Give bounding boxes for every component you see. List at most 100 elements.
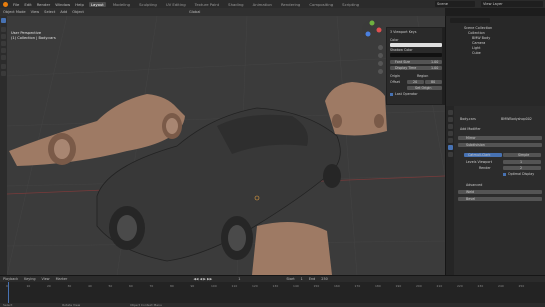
- levels-viewport-value: 1: [520, 160, 523, 164]
- timeline-tick-label: 230: [477, 284, 484, 288]
- timeline-panel[interactable]: Playback Keying View Marker ◀◀ ◀ ▶ ▶▶ 1 …: [0, 275, 545, 304]
- workspace-tab-sculpting[interactable]: Sculpting: [137, 2, 159, 7]
- playhead[interactable]: [8, 282, 9, 304]
- color-swatch[interactable]: [390, 43, 442, 47]
- bevel-label: Bevel: [466, 197, 476, 201]
- menu-edit[interactable]: Edit: [24, 2, 31, 7]
- timeline-tick-label: 60: [129, 284, 133, 288]
- tool-shelf: [0, 16, 7, 275]
- scene-properties-icon[interactable]: [447, 131, 453, 136]
- workspace-tab-scripting[interactable]: Scripting: [340, 2, 361, 7]
- font-size-value: 1.00: [431, 60, 439, 64]
- timeline-menu-marker[interactable]: Marker: [56, 277, 68, 281]
- properties-panel: Body.cars BMWBodyshop002 Add Modifier Mi…: [445, 106, 545, 275]
- advanced-subpanel[interactable]: Advanced: [466, 183, 482, 187]
- workspace-tab-animation[interactable]: Animation: [251, 2, 274, 7]
- workspace-tab-rendering[interactable]: Rendering: [279, 2, 302, 7]
- object-mode-dropdown[interactable]: Object Mode: [3, 10, 26, 14]
- timeline-tick-label: 90: [190, 284, 195, 288]
- shadow-color-label: Shadow Color: [390, 48, 413, 52]
- clay-car-right[interactable]: [325, 82, 387, 136]
- viewport-menu-view[interactable]: View: [31, 10, 40, 14]
- viewport-menu-select[interactable]: Select: [44, 10, 55, 14]
- start-frame-label: Start: [286, 277, 295, 281]
- timeline-tick-label: 30: [67, 284, 72, 288]
- timeline-tick-label: 40: [88, 284, 92, 288]
- timeline-tick-label: 240: [498, 284, 504, 288]
- workspace-tab-uv-editing[interactable]: UV Editing: [164, 2, 188, 7]
- workspace-tab-compositing[interactable]: Compositing: [307, 2, 335, 7]
- timeline-tick-label: 180: [375, 284, 381, 288]
- transform-tool-icon[interactable]: [1, 55, 6, 60]
- outliner-search-input[interactable]: [450, 18, 490, 23]
- region-dropdown[interactable]: Region: [417, 74, 428, 78]
- workspace-tab-shading[interactable]: Shading: [226, 2, 245, 7]
- timeline-tick-label: 110: [231, 284, 238, 288]
- blender-logo-icon[interactable]: [3, 1, 8, 7]
- clay-car-bottom[interactable]: [252, 222, 332, 275]
- modifier-properties-icon[interactable]: [447, 145, 453, 150]
- end-frame-field[interactable]: 250: [321, 277, 327, 281]
- outliner-row[interactable]: Light: [472, 46, 480, 50]
- rotate-tool-icon[interactable]: [1, 41, 6, 46]
- transform-orientation-dropdown[interactable]: Global: [189, 10, 200, 14]
- workspace-tab-modeling[interactable]: Modeling: [111, 2, 132, 7]
- npanel-section-title[interactable]: 3 Viewport Keys: [390, 30, 416, 34]
- measure-tool-icon[interactable]: [1, 71, 6, 76]
- current-frame-field[interactable]: 1: [238, 277, 240, 281]
- offset-y-value: 80: [431, 80, 436, 84]
- outliner-row[interactable]: BMW Body: [472, 36, 490, 40]
- menu-render[interactable]: Render: [37, 2, 51, 7]
- annotate-tool-icon[interactable]: [1, 64, 6, 69]
- zoom-icon[interactable]: [378, 45, 383, 50]
- scale-tool-icon[interactable]: [1, 48, 6, 53]
- add-modifier-dropdown[interactable]: Add Modifier: [460, 127, 481, 131]
- ortho-toggle-icon[interactable]: [378, 69, 383, 74]
- pan-hand-icon[interactable]: [378, 53, 383, 58]
- view-layer-selector[interactable]: View Layer: [481, 1, 543, 7]
- menu-file[interactable]: File: [13, 2, 19, 7]
- timeline-tick-label: 10: [26, 284, 31, 288]
- properties-tab-strip: [446, 106, 454, 275]
- tool-properties-icon[interactable]: [447, 110, 453, 115]
- workspace-tab-layout[interactable]: Layout: [88, 1, 106, 7]
- cursor-tool-icon[interactable]: [1, 27, 6, 32]
- menu-help[interactable]: Help: [75, 2, 84, 7]
- x-axis-icon[interactable]: [376, 27, 382, 33]
- menu-window[interactable]: Window: [55, 2, 70, 7]
- viewport-menu-add[interactable]: Add: [60, 10, 67, 14]
- render-levels-label: Render: [479, 166, 491, 170]
- scene-selector[interactable]: Scene: [435, 1, 475, 7]
- outliner-row[interactable]: Camera: [472, 41, 485, 45]
- outliner-row[interactable]: Scene Collection: [464, 26, 492, 30]
- shadow-color-swatch[interactable]: [390, 53, 442, 57]
- play-controls[interactable]: ◀◀ ◀ ▶ ▶▶: [193, 277, 212, 281]
- material-properties-icon[interactable]: [447, 152, 453, 157]
- optimal-display-checkbox[interactable]: [503, 173, 506, 176]
- workspace-tab-texture-paint[interactable]: Texture Paint: [193, 2, 222, 7]
- viewport-header: Object Mode View Select Add Object Globa…: [0, 8, 445, 16]
- outliner-row[interactable]: Collection: [468, 31, 485, 35]
- timeline-menu-playback[interactable]: Playback: [3, 277, 18, 281]
- outliner-row[interactable]: Cube: [472, 51, 481, 55]
- timeline-tick-label: 190: [395, 284, 402, 288]
- last-operator-checkbox[interactable]: [390, 93, 393, 96]
- subdivision-label: Subdivision: [466, 143, 485, 147]
- timeline-menu-view[interactable]: View: [42, 277, 50, 281]
- camera-view-icon[interactable]: [378, 61, 383, 66]
- render-properties-icon[interactable]: [447, 117, 453, 122]
- object-properties-icon[interactable]: [447, 138, 453, 143]
- timeline-tick-label: 130: [272, 284, 279, 288]
- navigation-gizmo[interactable]: [360, 18, 384, 42]
- output-properties-icon[interactable]: [447, 124, 453, 129]
- end-frame-label: End: [308, 277, 316, 281]
- select-box-tool-icon[interactable]: [1, 18, 6, 23]
- catmull-clark-label: Catmull-Clark: [468, 153, 491, 157]
- viewport-menu-object[interactable]: Object: [72, 10, 84, 14]
- timeline-menu-keying[interactable]: Keying: [24, 277, 35, 281]
- z-axis-icon[interactable]: [365, 31, 371, 37]
- offset-label: Offset: [390, 80, 400, 84]
- y-axis-icon[interactable]: [369, 20, 375, 26]
- move-tool-icon[interactable]: [1, 34, 6, 39]
- start-frame-field[interactable]: 1: [301, 277, 303, 281]
